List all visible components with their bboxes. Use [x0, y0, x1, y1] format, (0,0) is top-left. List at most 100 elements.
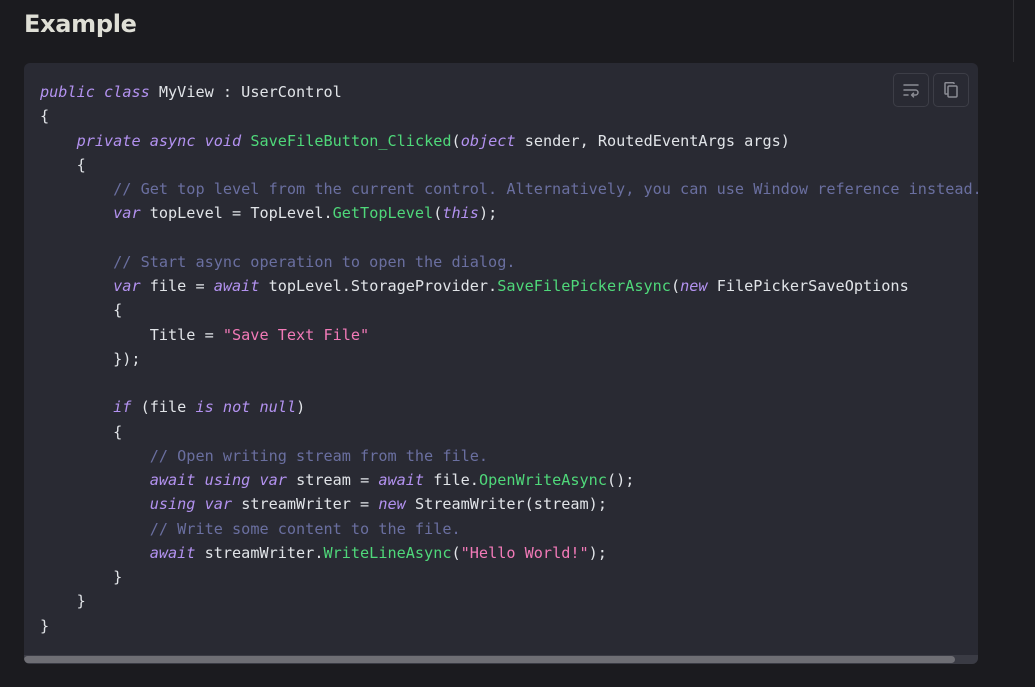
code-line: Title = "Save Text File": [40, 323, 978, 347]
code-text: );: [588, 543, 607, 562]
code-text: ();: [606, 471, 635, 489]
keyword-token: await: [149, 471, 196, 489]
comment-token: // Open writing stream from the file.: [149, 446, 489, 465]
comment-token: // Write some content to the file.: [149, 519, 461, 538]
code-text: ): [296, 398, 306, 417]
code-line: }: [40, 589, 978, 613]
code-block: public class MyView : UserControl { priva…: [24, 63, 978, 664]
code-text: }: [40, 616, 50, 635]
scrollbar-thumb[interactable]: [24, 656, 955, 663]
toggle-word-wrap-button[interactable]: [893, 73, 929, 107]
code-text: {: [40, 155, 86, 174]
keyword-token: private: [76, 131, 141, 150]
keyword-token: object: [460, 131, 516, 150]
keyword-token: await: [213, 277, 260, 295]
code-line: ​: [40, 226, 978, 250]
keyword-token: var: [113, 277, 141, 295]
scroll-up-arrow-icon[interactable]: ˄: [1028, 0, 1033, 6]
keyword-token: if: [113, 398, 132, 417]
code-line: // Start async operation to open the dia…: [40, 250, 978, 274]
section-heading: Example: [24, 10, 137, 38]
keyword-token: using: [204, 471, 251, 489]
code-text: }: [40, 568, 123, 586]
code-text: sender, RoutedEventArgs args): [515, 131, 790, 150]
copy-code-button[interactable]: [933, 73, 969, 107]
code-line: {: [40, 104, 978, 128]
code-text: });: [40, 349, 141, 368]
code-text: file.: [424, 471, 479, 489]
copy-icon: [944, 81, 958, 98]
keyword-token: null: [259, 398, 297, 417]
code-line: }: [40, 614, 978, 638]
code-line: private async void SaveFileButton_Clicke…: [40, 129, 978, 153]
code-line: await using var stream = await file.Open…: [40, 468, 978, 492]
code-text: }: [40, 592, 86, 611]
code-text: );: [478, 204, 498, 223]
keyword-token: await: [378, 471, 425, 489]
string-token: "Save Text File": [222, 325, 370, 344]
code-text: topLevel = TopLevel.: [140, 204, 333, 223]
code-line: if (file is not null): [40, 395, 978, 419]
function-token: WriteLineAsync: [323, 543, 452, 562]
code-text: streamWriter.: [195, 543, 324, 562]
comment-token: // Get top level from the current contro…: [113, 180, 978, 198]
function-token: OpenWriteAsync: [478, 471, 607, 489]
code-text: {: [40, 301, 123, 320]
code-text: MyView : UserControl: [149, 83, 342, 101]
code-text: StreamWriter(stream);: [405, 495, 607, 514]
code-text: Title =: [40, 325, 223, 344]
code-text: streamWriter =: [232, 495, 379, 514]
code-line: }: [40, 565, 978, 589]
function-token: GetTopLevel: [332, 204, 434, 223]
text-wrap-icon: [903, 84, 919, 98]
code-line: // Open writing stream from the file.: [40, 444, 978, 468]
code-text: (: [670, 277, 681, 295]
code-line: {: [40, 420, 978, 444]
code-text: {: [40, 422, 123, 441]
keyword-token: public: [40, 83, 95, 101]
code-text: topLevel.StorageProvider.: [259, 277, 498, 295]
code-text: stream =: [286, 471, 379, 489]
horizontal-scrollbar[interactable]: [24, 655, 978, 664]
docs-page: Example ˄ public class MyView : UserCont…: [0, 0, 1035, 687]
function-token: SaveFilePickerAsync: [497, 277, 671, 295]
keyword-token: void: [204, 131, 242, 150]
code-line: // Write some content to the file.: [40, 517, 978, 541]
code-text: {: [40, 107, 50, 126]
keyword-token: var: [259, 471, 287, 489]
code-line: public class MyView : UserControl: [40, 80, 978, 104]
comment-token: // Start async operation to open the dia…: [113, 252, 516, 271]
code-line: ​: [40, 371, 978, 395]
code-text: (: [451, 543, 461, 562]
code-content: public class MyView : UserControl { priva…: [40, 80, 978, 638]
keyword-token: is: [195, 398, 214, 417]
keyword-token: async: [149, 131, 196, 150]
code-line: {: [40, 153, 978, 177]
keyword-token: this: [442, 204, 479, 223]
code-line: // Get top level from the current contro…: [40, 177, 978, 201]
code-text: (file: [131, 398, 196, 417]
code-line: using var streamWriter = new StreamWrite…: [40, 492, 978, 516]
keyword-token: not: [222, 398, 251, 417]
code-line: });: [40, 347, 978, 371]
keyword-token: await: [149, 543, 196, 562]
code-text: (: [433, 204, 443, 223]
code-line: var topLevel = TopLevel.GetTopLevel(this…: [40, 201, 978, 225]
code-text: file =: [140, 277, 214, 295]
